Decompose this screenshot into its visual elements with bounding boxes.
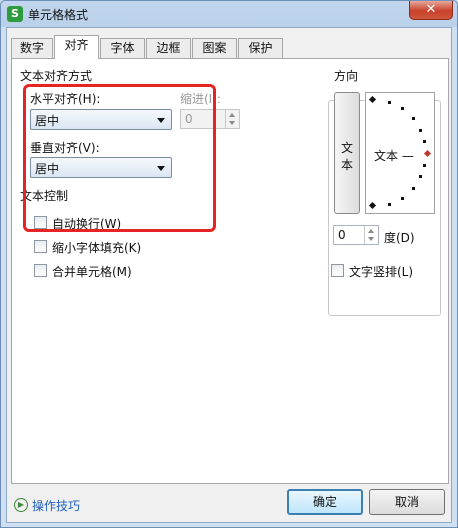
dialog-title: 单元格格式 <box>28 8 89 22</box>
spin-up-icon <box>368 229 374 233</box>
close-button[interactable]: ✕ <box>409 1 453 20</box>
dial-dot <box>412 117 415 120</box>
dial-dot <box>419 175 422 178</box>
spin-down-icon <box>368 237 374 241</box>
tab-font[interactable]: 字体 <box>100 38 145 58</box>
vertical-align-select[interactable]: 居中 <box>30 157 172 178</box>
vertical-text-label: 文本 <box>341 141 354 172</box>
indent-stepper[interactable]: 0 <box>180 109 240 129</box>
orientation-group-title: 方向 <box>334 67 363 84</box>
title-bar[interactable]: S 单元格格式 ✕ <box>1 1 457 27</box>
dial-dot <box>388 101 391 104</box>
ok-button[interactable]: 确定 <box>287 489 363 515</box>
merge-cells-label: 合并单元格(M) <box>52 265 132 279</box>
tab-protection[interactable]: 保护 <box>238 38 283 58</box>
degrees-label: 度(D) <box>384 231 415 245</box>
orientation-dial[interactable]: 文本 — <box>365 92 435 214</box>
dialog-content: 数字 对齐 字体 边框 图案 保护 文本对齐方式 水平对齐(H): 居中 缩进(… <box>6 27 452 523</box>
spin-down-icon <box>229 121 235 125</box>
shrink-to-fit-checkbox[interactable] <box>34 240 47 253</box>
indent-label: 缩进(I): <box>180 92 221 106</box>
tab-pattern[interactable]: 图案 <box>192 38 237 58</box>
horizontal-align-value: 居中 <box>35 114 60 128</box>
tab-number[interactable]: 数字 <box>11 38 53 58</box>
dialog-window: S 单元格格式 ✕ 数字 对齐 字体 边框 图案 保护 文本对齐方式 水平对齐(… <box>0 0 458 528</box>
shrink-to-fit-label: 缩小字体填充(K) <box>52 241 142 255</box>
degrees-stepper[interactable]: 0 <box>333 225 379 245</box>
chevron-down-icon <box>157 118 165 123</box>
horizontal-align-label: 水平对齐(H): <box>30 92 101 106</box>
app-icon: S <box>7 6 23 22</box>
dial-dot <box>401 107 404 110</box>
wrap-text-label: 自动换行(W) <box>52 217 122 231</box>
dial-dot <box>401 197 404 200</box>
degrees-spin-buttons[interactable] <box>364 226 378 244</box>
tab-border[interactable]: 边框 <box>146 38 191 58</box>
indent-value: 0 <box>185 112 193 126</box>
dial-marker-top <box>368 95 377 104</box>
vertical-text-button[interactable]: 文本 <box>334 92 360 214</box>
horizontal-align-select[interactable]: 居中 <box>30 109 172 130</box>
chevron-down-icon <box>157 166 165 171</box>
vertical-text-checkbox-label: 文字竖排(L) <box>349 265 414 279</box>
wrap-text-checkbox[interactable] <box>34 216 47 229</box>
play-circle-icon: ▶ <box>14 498 28 512</box>
cancel-button[interactable]: 取消 <box>369 489 445 515</box>
dial-dot <box>412 187 415 190</box>
dial-pointer-marker[interactable] <box>423 149 432 158</box>
dial-text-label: 文本 — <box>374 149 414 163</box>
dial-dot <box>388 203 391 206</box>
tab-alignment[interactable]: 对齐 <box>54 35 99 59</box>
dial-dot <box>419 129 422 132</box>
alignment-group-title: 文本对齐方式 <box>20 67 97 84</box>
vertical-text-checkbox[interactable] <box>331 264 344 277</box>
spin-up-icon <box>229 113 235 117</box>
vertical-align-value: 居中 <box>35 162 60 176</box>
merge-cells-checkbox[interactable] <box>34 264 47 277</box>
dial-dot <box>423 164 426 167</box>
vertical-align-label: 垂直对齐(V): <box>30 141 100 155</box>
help-tips-link[interactable]: 操作技巧 <box>32 497 80 514</box>
text-control-group-title: 文本控制 <box>20 187 73 204</box>
dial-marker-bottom <box>368 201 377 210</box>
dial-dot <box>423 140 426 143</box>
degrees-value: 0 <box>338 228 346 242</box>
indent-spin-buttons[interactable] <box>225 110 239 128</box>
